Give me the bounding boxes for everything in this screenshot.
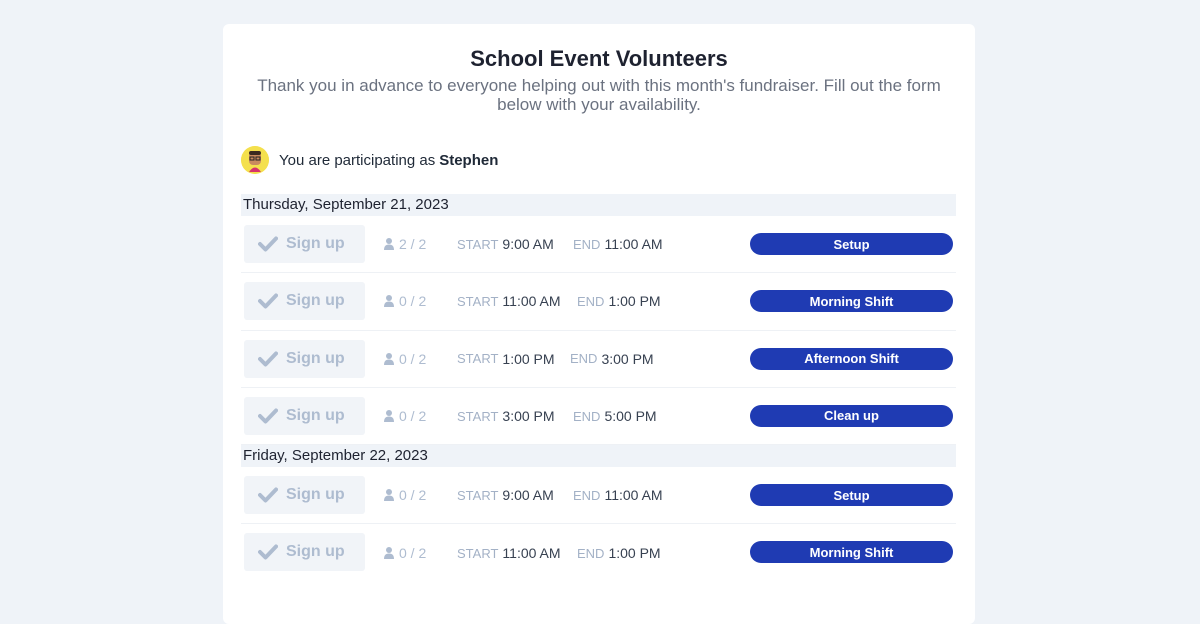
start-value: 9:00 AM — [502, 487, 554, 504]
start-time: START 3:00 PM — [457, 388, 555, 444]
signup-label: Sign up — [286, 543, 345, 561]
end-label: END — [573, 236, 601, 252]
end-time: END 1:00 PM — [577, 524, 661, 581]
start-value: 9:00 AM — [502, 236, 554, 253]
signup-label: Sign up — [286, 235, 345, 252]
end-label: END — [573, 408, 601, 424]
slots-value: 0 / 2 — [399, 545, 427, 562]
shift-name-badge: Afternoon Shift — [750, 347, 953, 370]
start-time: START 9:00 AM — [457, 216, 554, 272]
check-icon — [258, 236, 278, 252]
check-icon — [258, 544, 278, 560]
shift-row: Sign up 0 / 2 START 9:00 AM END 11:00 AM… — [241, 467, 956, 525]
user-icon — [384, 352, 394, 365]
end-time: END 1:00 PM — [577, 273, 661, 329]
end-time: END 11:00 AM — [573, 216, 663, 272]
start-label: START — [457, 236, 499, 252]
shift-row: Sign up 0 / 2 START 3:00 PM END 5:00 PM … — [241, 388, 956, 446]
event-card: School Event Volunteers Thank you in adv… — [223, 24, 975, 624]
shift-name-badge: Setup — [750, 233, 953, 255]
end-value: 5:00 PM — [604, 408, 657, 425]
user-icon — [384, 238, 394, 251]
start-value: 3:00 PM — [502, 408, 555, 425]
slots-value: 2 / 2 — [399, 236, 427, 253]
slots-value: 0 / 2 — [399, 293, 427, 310]
start-label: START — [457, 293, 499, 309]
start-time: START 1:00 PM — [457, 331, 555, 387]
date-header: Friday, September 22, 2023 — [241, 445, 956, 468]
participant-info: You are participating as Stephen — [241, 146, 498, 174]
start-value: 1:00 PM — [502, 350, 555, 367]
slots-count: 0 / 2 — [384, 467, 426, 523]
shift-name-badge: Morning Shift — [750, 290, 953, 313]
start-time: START 11:00 AM — [457, 524, 561, 581]
signup-label: Sign up — [286, 349, 345, 367]
signup-button[interactable]: Sign up — [244, 282, 365, 321]
slots-count: 0 / 2 — [384, 331, 426, 387]
shift-row: Sign up 0 / 2 START 1:00 PM END 3:00 PM … — [241, 331, 956, 388]
user-icon — [384, 547, 394, 560]
end-value: 3:00 PM — [601, 350, 654, 367]
signup-button[interactable]: Sign up — [244, 533, 365, 572]
slots-value: 0 / 2 — [399, 408, 427, 425]
user-icon — [384, 410, 394, 423]
signup-label: Sign up — [286, 406, 345, 424]
shift-row: Sign up 0 / 2 START 11:00 AM END 1:00 PM… — [241, 273, 956, 331]
end-time: END 3:00 PM — [570, 331, 654, 387]
signup-button[interactable]: Sign up — [244, 396, 365, 435]
shift-name-badge: Morning Shift — [750, 541, 953, 564]
slots-value: 0 / 2 — [399, 487, 427, 504]
slots-value: 0 / 2 — [399, 350, 427, 367]
signup-label: Sign up — [286, 292, 345, 310]
end-time: END 5:00 PM — [573, 388, 657, 444]
signup-button[interactable]: Sign up — [244, 476, 365, 515]
signup-button[interactable]: Sign up — [244, 225, 365, 263]
page-title: School Event Volunteers — [470, 46, 728, 71]
shift-name-badge: Setup — [750, 484, 953, 507]
start-label: START — [457, 408, 499, 424]
check-icon — [258, 351, 278, 367]
end-value: 11:00 AM — [604, 487, 663, 504]
check-icon — [258, 487, 278, 503]
start-time: START 9:00 AM — [457, 467, 554, 523]
shift-name-badge: Clean up — [750, 404, 953, 427]
start-label: START — [457, 487, 499, 503]
participant-prefix: You are participating as — [279, 151, 436, 169]
slots-count: 0 / 2 — [384, 524, 426, 581]
start-value: 11:00 AM — [502, 293, 561, 310]
end-label: END — [577, 293, 605, 309]
end-label: END — [577, 545, 605, 561]
slots-count: 2 / 2 — [384, 216, 426, 272]
signup-label: Sign up — [286, 486, 345, 504]
shift-row: Sign up 2 / 2 START 9:00 AM END 11:00 AM… — [241, 216, 956, 274]
end-time: END 11:00 AM — [573, 467, 663, 523]
start-time: START 11:00 AM — [457, 273, 561, 329]
check-icon — [258, 293, 278, 309]
end-value: 1:00 PM — [608, 545, 661, 562]
page-description: Thank you in advance to everyone helping… — [257, 76, 941, 114]
user-icon — [384, 295, 394, 308]
check-icon — [258, 408, 278, 424]
start-label: START — [457, 351, 499, 367]
end-label: END — [573, 487, 601, 503]
slots-count: 0 / 2 — [384, 388, 426, 444]
start-label: START — [457, 545, 499, 561]
slots-count: 0 / 2 — [384, 273, 426, 329]
start-value: 11:00 AM — [502, 545, 561, 562]
end-value: 11:00 AM — [604, 236, 663, 253]
date-header: Thursday, September 21, 2023 — [241, 194, 956, 216]
signup-button[interactable]: Sign up — [244, 339, 365, 378]
avatar — [241, 146, 269, 174]
end-value: 1:00 PM — [608, 293, 661, 310]
user-icon — [384, 489, 394, 502]
shift-list: Thursday, September 21, 2023 Sign up 2 /… — [241, 194, 956, 582]
participant-name: Stephen — [439, 151, 499, 169]
shift-row: Sign up 0 / 2 START 11:00 AM END 1:00 PM… — [241, 524, 956, 581]
end-label: END — [570, 351, 598, 367]
